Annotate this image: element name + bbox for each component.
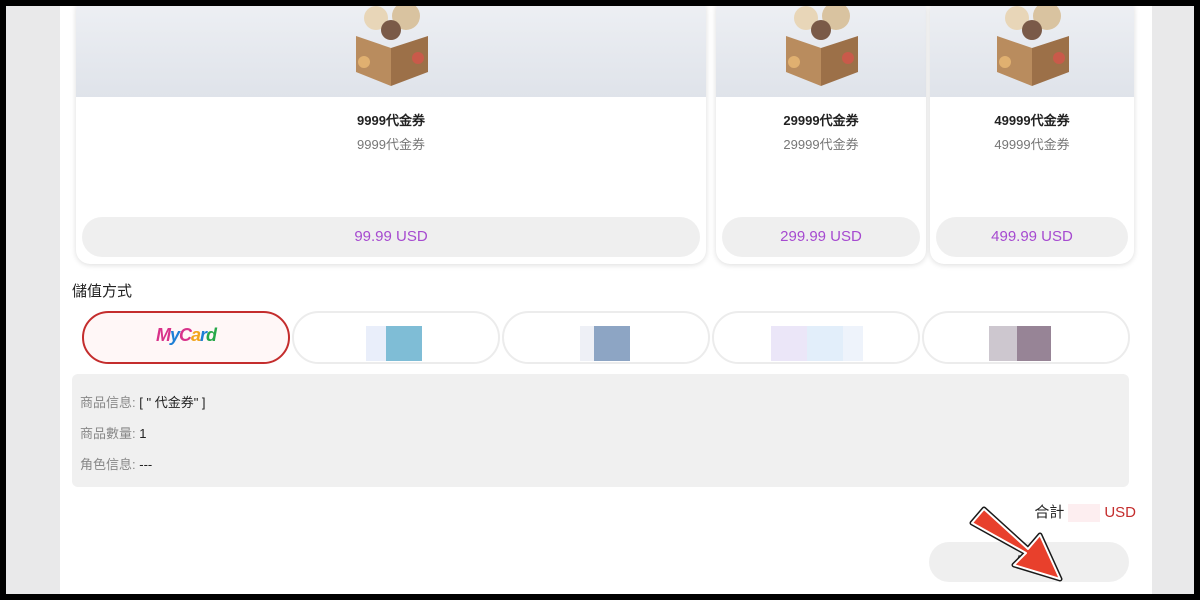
product-image — [76, 6, 706, 97]
product-card[interactable]: 9999代金券 9999代金券 99.99 USD — [76, 6, 706, 264]
checkout-page: 9999代金券 9999代金券 99.99 USD 29999代金券 29999… — [60, 6, 1152, 594]
payment-option-5[interactable] — [922, 311, 1130, 364]
blurred-logo-icon — [580, 326, 594, 361]
product-info-value: [ " 代金券" ] — [139, 395, 206, 410]
annotation-arrow-icon — [969, 506, 1063, 582]
product-title: 29999代金券 — [783, 113, 859, 128]
quantity-value: 1 — [139, 426, 147, 441]
product-title: 9999代金券 — [357, 113, 425, 128]
product-subtitle: 9999代金券 — [357, 137, 425, 152]
product-card[interactable]: 29999代金券 29999代金券 299.99 USD — [716, 6, 926, 264]
blurred-logo-icon — [366, 326, 386, 361]
price-button[interactable]: 99.99 USD — [82, 217, 700, 257]
product-image — [930, 6, 1134, 97]
gift-box-art-icon — [997, 6, 1069, 86]
price-button[interactable]: 499.99 USD — [936, 217, 1128, 257]
product-image — [716, 6, 926, 97]
quantity-label: 商品數量: — [80, 426, 136, 441]
payment-option-2[interactable] — [292, 311, 500, 364]
blurred-logo-icon — [771, 326, 807, 361]
gift-box-art-icon — [786, 6, 858, 86]
payment-method-label: 儲值方式 — [72, 283, 133, 300]
product-card[interactable]: 49999代金券 49999代金券 499.99 USD — [930, 6, 1134, 264]
price-button[interactable]: 299.99 USD — [722, 217, 920, 257]
gift-box-art-icon — [356, 6, 428, 86]
total-currency: USD — [1104, 504, 1136, 521]
payment-option-3[interactable] — [502, 311, 710, 364]
role-info-value: --- — [139, 457, 153, 472]
product-subtitle: 49999代金券 — [994, 137, 1070, 152]
product-subtitle: 29999代金券 — [783, 137, 859, 152]
redacted-amount — [1068, 504, 1101, 523]
product-title: 49999代金券 — [994, 113, 1070, 128]
product-info-label: 商品信息: — [80, 395, 136, 410]
screenshot-frame: 9999代金券 9999代金券 99.99 USD 29999代金券 29999… — [6, 6, 1194, 594]
quantity-row: 商品數量: 1 — [80, 423, 146, 442]
role-info-row: 角色信息: --- — [80, 454, 152, 473]
role-info-label: 角色信息: — [80, 457, 136, 472]
mycard-logo-icon: MyCard — [155, 325, 217, 345]
payment-option-mycard[interactable]: MyCard — [82, 311, 290, 364]
product-info-row: 商品信息: [ " 代金券" ] — [80, 392, 206, 411]
order-info-panel: 商品信息: [ " 代金券" ] 商品數量: 1 角色信息: --- — [72, 374, 1129, 487]
blurred-logo-icon — [989, 326, 1017, 361]
payment-option-4[interactable] — [712, 311, 920, 364]
